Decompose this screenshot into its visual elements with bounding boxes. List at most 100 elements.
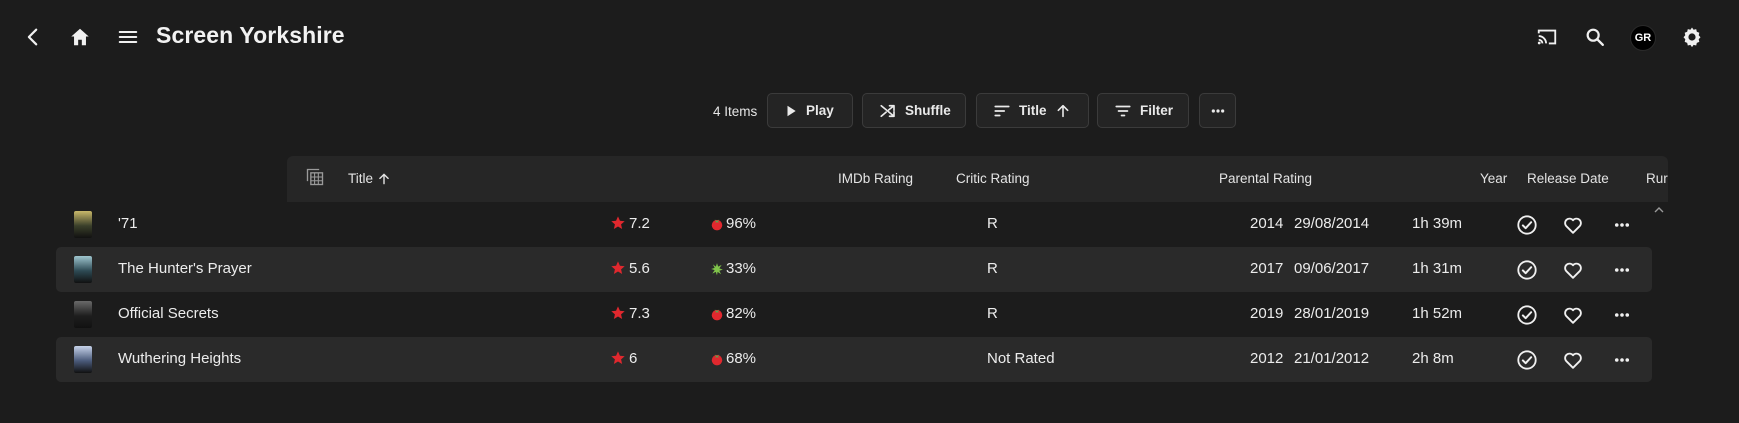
heart-outline-icon: [1562, 304, 1584, 326]
row-title[interactable]: '71: [118, 215, 138, 232]
row-year: 2014: [1250, 215, 1284, 232]
cast-button[interactable]: [1530, 20, 1564, 54]
table-row[interactable]: '71 7.2 96% R 2014 29/08/2014 1h 39m: [56, 202, 1652, 247]
settings-gear-icon: [1680, 25, 1704, 49]
sort-button[interactable]: Title: [976, 93, 1089, 128]
rotten-splat-icon: [710, 262, 724, 281]
column-header-parental-rating[interactable]: Parental Rating: [1219, 171, 1312, 186]
column-header-critic-rating[interactable]: Critic Rating: [956, 171, 1030, 186]
top-app-bar: Screen Yorkshire GR: [0, 0, 1739, 74]
fresh-tomato-icon: [710, 217, 724, 236]
menu-button[interactable]: [111, 20, 145, 54]
favorite-button[interactable]: [1561, 213, 1585, 237]
heart-outline-icon: [1562, 214, 1584, 236]
sort-label: Title: [1019, 103, 1047, 118]
filter-label: Filter: [1140, 103, 1174, 118]
row-imdb-rating: 5.6: [629, 260, 650, 277]
row-runtime: 1h 39m: [1412, 215, 1463, 232]
heart-outline-icon: [1562, 259, 1584, 281]
row-runtime: 2h 8m: [1412, 350, 1454, 367]
page-title: Screen Yorkshire: [156, 22, 345, 48]
search-button[interactable]: [1578, 20, 1612, 54]
row-title[interactable]: The Hunter's Prayer: [118, 260, 252, 277]
sort-icon: [993, 102, 1011, 120]
home-button[interactable]: [63, 20, 97, 54]
mark-played-button[interactable]: [1515, 213, 1539, 237]
table-row[interactable]: Official Secrets 7.3 82% R 2019 28/01/20…: [56, 292, 1652, 337]
row-imdb-rating: 7.3: [629, 305, 650, 322]
home-icon: [69, 26, 91, 48]
row-more-options-button[interactable]: [1610, 213, 1634, 237]
row-title[interactable]: Wuthering Heights: [118, 350, 241, 367]
shuffle-button[interactable]: Shuffle: [862, 93, 966, 128]
mark-played-button[interactable]: [1515, 303, 1539, 327]
play-label: Play: [806, 103, 834, 118]
more-horizontal-icon: [1613, 351, 1631, 369]
row-parental-rating: R: [987, 260, 998, 277]
row-imdb-rating: 6: [629, 350, 638, 367]
check-circle-icon: [1516, 349, 1538, 371]
settings-button[interactable]: [1675, 20, 1709, 54]
poster-thumbnail[interactable]: [74, 346, 92, 373]
filter-button[interactable]: Filter: [1097, 93, 1189, 128]
column-chooser-icon: [305, 167, 325, 187]
poster-thumbnail[interactable]: [74, 301, 92, 328]
mark-played-button[interactable]: [1515, 258, 1539, 282]
shuffle-icon: [879, 102, 897, 120]
column-header-title[interactable]: Title: [348, 171, 391, 186]
column-header-year[interactable]: Year: [1480, 171, 1507, 186]
column-header-release-date[interactable]: Release Date: [1527, 171, 1609, 186]
poster-thumbnail[interactable]: [74, 256, 92, 283]
more-horizontal-icon: [1210, 103, 1226, 119]
row-title[interactable]: Official Secrets: [118, 305, 219, 322]
more-horizontal-icon: [1613, 306, 1631, 324]
row-critic-rating: 33%: [726, 260, 757, 277]
sort-ascending-arrow-icon: [1055, 103, 1071, 119]
row-release-date: 21/01/2012: [1294, 350, 1370, 367]
row-runtime: 1h 52m: [1412, 305, 1463, 322]
row-imdb-rating: 7.2: [629, 215, 650, 232]
row-more-options-button[interactable]: [1610, 348, 1634, 372]
column-chooser-button[interactable]: [305, 167, 325, 187]
table-row[interactable]: Wuthering Heights 6 68% Not Rated 2012 2…: [56, 337, 1652, 382]
table-row[interactable]: The Hunter's Prayer 5.6 33% R 2017 09/06…: [56, 247, 1652, 292]
star-icon: [610, 215, 626, 236]
star-icon: [610, 305, 626, 326]
row-release-date: 09/06/2017: [1294, 260, 1370, 277]
fresh-tomato-icon: [710, 352, 724, 371]
menu-icon: [117, 26, 139, 48]
fresh-tomato-icon: [710, 307, 724, 326]
more-options-button[interactable]: [1199, 93, 1236, 128]
row-parental-rating: R: [987, 305, 998, 322]
sort-ascending-arrow-icon: [377, 172, 391, 186]
more-horizontal-icon: [1613, 216, 1631, 234]
play-button[interactable]: Play: [767, 93, 853, 128]
favorite-button[interactable]: [1561, 258, 1585, 282]
row-parental-rating: Not Rated: [987, 350, 1055, 367]
row-critic-rating: 82%: [726, 305, 757, 322]
star-icon: [610, 350, 626, 371]
back-button[interactable]: [16, 20, 50, 54]
poster-thumbnail[interactable]: [74, 211, 92, 238]
row-year: 2017: [1250, 260, 1284, 277]
row-more-options-button[interactable]: [1610, 303, 1634, 327]
favorite-button[interactable]: [1561, 348, 1585, 372]
column-header-imdb-rating[interactable]: IMDb Rating: [838, 171, 913, 186]
row-runtime: 1h 31m: [1412, 260, 1463, 277]
shuffle-label: Shuffle: [905, 103, 951, 118]
item-count: 4 Items: [713, 104, 758, 119]
row-more-options-button[interactable]: [1610, 258, 1634, 282]
column-header-runtime[interactable]: Rur: [1646, 171, 1668, 186]
row-year: 2012: [1250, 350, 1284, 367]
favorite-button[interactable]: [1561, 303, 1585, 327]
row-critic-rating: 96%: [726, 215, 757, 232]
row-release-date: 29/08/2014: [1294, 215, 1370, 232]
row-release-date: 28/01/2019: [1294, 305, 1370, 322]
back-arrow-icon: [22, 26, 44, 48]
row-critic-rating: 68%: [726, 350, 757, 367]
scroll-up-arrow-icon[interactable]: [1654, 206, 1664, 216]
user-avatar-button[interactable]: GR: [1630, 25, 1656, 51]
mark-played-button[interactable]: [1515, 348, 1539, 372]
more-horizontal-icon: [1613, 261, 1631, 279]
row-year: 2019: [1250, 305, 1284, 322]
